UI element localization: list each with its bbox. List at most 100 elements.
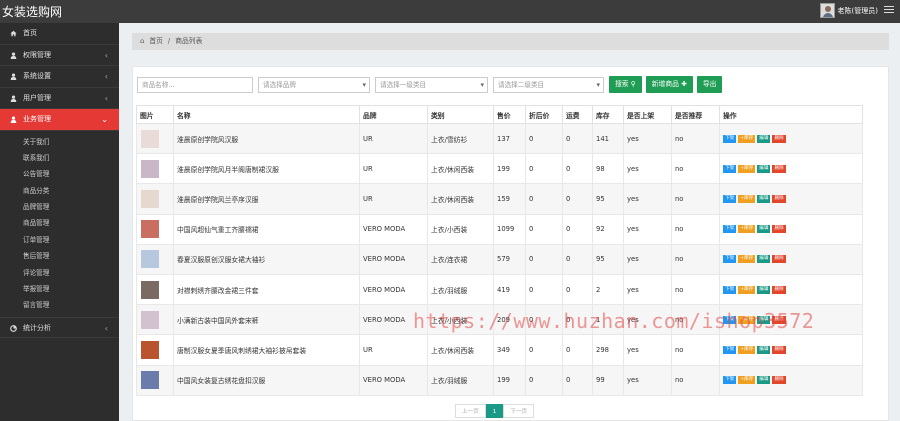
on-sale-cell: yes xyxy=(623,334,672,366)
delete-button[interactable]: 删除 xyxy=(772,345,786,354)
category-cell: 上衣/小西装 xyxy=(427,213,494,245)
home-icon xyxy=(10,30,17,37)
offshelf-button[interactable]: 下架 xyxy=(723,225,737,234)
subitem-report[interactable]: 举报管理 xyxy=(0,281,119,297)
add-stock-button[interactable]: +库存 xyxy=(738,194,756,203)
search-label: 搜索 xyxy=(615,80,629,88)
subitem-product[interactable]: 商品管理 xyxy=(0,215,119,231)
add-stock-button[interactable]: +库存 xyxy=(738,134,756,143)
subitem-review[interactable]: 评论管理 xyxy=(0,265,119,281)
breadcrumb-home[interactable]: 首页 xyxy=(149,37,163,45)
product-thumbnail xyxy=(141,310,159,329)
product-table: 图片 名称 品牌 类别 售价 折后价 运费 库存 是否上架 是否推荐 操作 淮晨… xyxy=(136,105,863,396)
category-cell: 上衣/羽绒服 xyxy=(427,364,494,396)
offshelf-button[interactable]: 下架 xyxy=(723,345,737,354)
subitem-brand[interactable]: 品牌管理 xyxy=(0,199,119,215)
add-product-button[interactable]: 新增商品 ✚ xyxy=(645,76,693,93)
delete-button[interactable]: 删除 xyxy=(772,285,786,294)
product-name-cell: 淮晨原创学院风兰亭序汉服 xyxy=(173,183,360,215)
delete-button[interactable]: 删除 xyxy=(772,255,786,264)
offshelf-button[interactable]: 下架 xyxy=(723,255,737,264)
delete-button[interactable]: 删除 xyxy=(772,225,786,234)
sidebar-item-home[interactable]: 首页 xyxy=(0,23,119,45)
home-icon[interactable]: ⌂ xyxy=(140,37,144,45)
search-button[interactable]: 搜索 ⚲ xyxy=(609,76,642,93)
delete-button[interactable]: 删除 xyxy=(772,194,786,203)
add-stock-button[interactable]: +库存 xyxy=(738,255,756,264)
sidebar-item-business[interactable]: 业务管理 ⌄ xyxy=(0,109,119,131)
subitem-notice[interactable]: 公告管理 xyxy=(0,166,119,182)
actions-cell: 下架 +库存 编辑 删除 xyxy=(719,153,863,185)
plus-icon: ✚ xyxy=(681,80,687,88)
subitem-category[interactable]: 商品分类 xyxy=(0,183,119,199)
edit-button[interactable]: 编辑 xyxy=(757,225,771,234)
on-sale-cell: yes xyxy=(623,213,672,245)
recommended-cell: no xyxy=(671,364,720,396)
product-name-cell: 小满新古装中国风外套宋裤 xyxy=(173,304,360,336)
col-header: 运费 xyxy=(562,105,593,124)
sidebar-item-settings[interactable]: 系统设置 ‹ xyxy=(0,66,119,88)
add-stock-button[interactable]: +库存 xyxy=(738,164,756,173)
delete-button[interactable]: 删除 xyxy=(772,164,786,173)
col-header: 是否推荐 xyxy=(671,105,720,124)
edit-button[interactable]: 编辑 xyxy=(757,345,771,354)
product-name-input[interactable]: 商品名称... xyxy=(137,76,253,93)
category-cell: 上衣/休闲西装 xyxy=(427,153,494,185)
product-thumbnail xyxy=(141,340,159,359)
sidebar-item-label: 用户管理 xyxy=(23,93,51,102)
main-content: ⌂ 首页 / 商品列表 商品名称... 请选择品牌 请选择一级类目 请选择二级类目 搜… xyxy=(119,23,900,421)
edit-button[interactable]: 编辑 xyxy=(757,376,771,385)
brand-cell: UR xyxy=(359,153,428,185)
menu-icon[interactable] xyxy=(884,6,894,16)
offshelf-button[interactable]: 下架 xyxy=(723,194,737,203)
export-button[interactable]: 导出 xyxy=(696,76,723,93)
pagination: 上一页 1 下一页 xyxy=(455,404,535,418)
subitem-about[interactable]: 关于我们 xyxy=(0,134,119,150)
edit-button[interactable]: 编辑 xyxy=(757,194,771,203)
subitem-contact[interactable]: 联系我们 xyxy=(0,150,119,166)
add-stock-button[interactable]: +库存 xyxy=(738,225,756,234)
shipping-cell: 0 xyxy=(562,183,593,215)
sidebar-item-permissions[interactable]: 权限管理 ‹ xyxy=(0,45,119,66)
page-1-button[interactable]: 1 xyxy=(485,404,504,418)
actions-cell: 下架 +库存 编辑 删除 xyxy=(719,122,863,155)
on-sale-cell: yes xyxy=(623,183,672,215)
on-sale-cell: yes xyxy=(623,243,672,275)
sidebar-item-stats[interactable]: 统计分析 ‹ xyxy=(0,316,119,339)
edit-button[interactable]: 编辑 xyxy=(757,285,771,294)
on-sale-cell: yes xyxy=(623,122,672,155)
offshelf-button[interactable]: 下架 xyxy=(723,376,737,385)
product-thumbnail xyxy=(141,250,159,269)
offshelf-button[interactable]: 下架 xyxy=(723,285,737,294)
category-cell: 上衣/连衣裙 xyxy=(427,243,494,275)
delete-button[interactable]: 删除 xyxy=(772,376,786,385)
shipping-cell: 0 xyxy=(562,243,593,275)
product-name-cell: 淮晨原创学院风月半阁唐制裙汉服 xyxy=(173,153,360,185)
discount-price-cell: 0 xyxy=(525,153,563,185)
edit-button[interactable]: 编辑 xyxy=(757,134,771,143)
breadcrumb: ⌂ 首页 / 商品列表 xyxy=(132,33,889,50)
next-page-button[interactable]: 下一页 xyxy=(503,404,535,418)
price-cell: 349 xyxy=(493,334,526,366)
add-stock-button[interactable]: +库存 xyxy=(738,285,756,294)
add-stock-button[interactable]: +库存 xyxy=(738,376,756,385)
user-menu[interactable]: 老陈(管理员) xyxy=(819,3,878,18)
prev-page-button[interactable]: 上一页 xyxy=(455,404,486,418)
recommended-cell: no xyxy=(671,122,720,155)
add-stock-button[interactable]: +库存 xyxy=(738,345,756,354)
stock-cell: 99 xyxy=(592,364,624,396)
sidebar-item-users[interactable]: 用户管理 ‹ xyxy=(0,88,119,109)
offshelf-button[interactable]: 下架 xyxy=(723,164,737,173)
category-cell: 上衣/休闲西装 xyxy=(427,334,494,366)
edit-button[interactable]: 编辑 xyxy=(757,164,771,173)
brand-select[interactable]: 请选择品牌 xyxy=(258,76,370,93)
category2-select[interactable]: 请选择二级类目 xyxy=(493,76,604,93)
subitem-order[interactable]: 订单管理 xyxy=(0,232,119,248)
offshelf-button[interactable]: 下架 xyxy=(723,134,737,143)
delete-button[interactable]: 删除 xyxy=(772,134,786,143)
category1-select[interactable]: 请选择一级类目 xyxy=(375,76,488,93)
actions-cell: 下架 +库存 编辑 删除 xyxy=(719,183,863,215)
subitem-aftersale[interactable]: 售后管理 xyxy=(0,248,119,264)
edit-button[interactable]: 编辑 xyxy=(757,255,771,264)
subitem-message[interactable]: 留言管理 xyxy=(0,297,119,313)
